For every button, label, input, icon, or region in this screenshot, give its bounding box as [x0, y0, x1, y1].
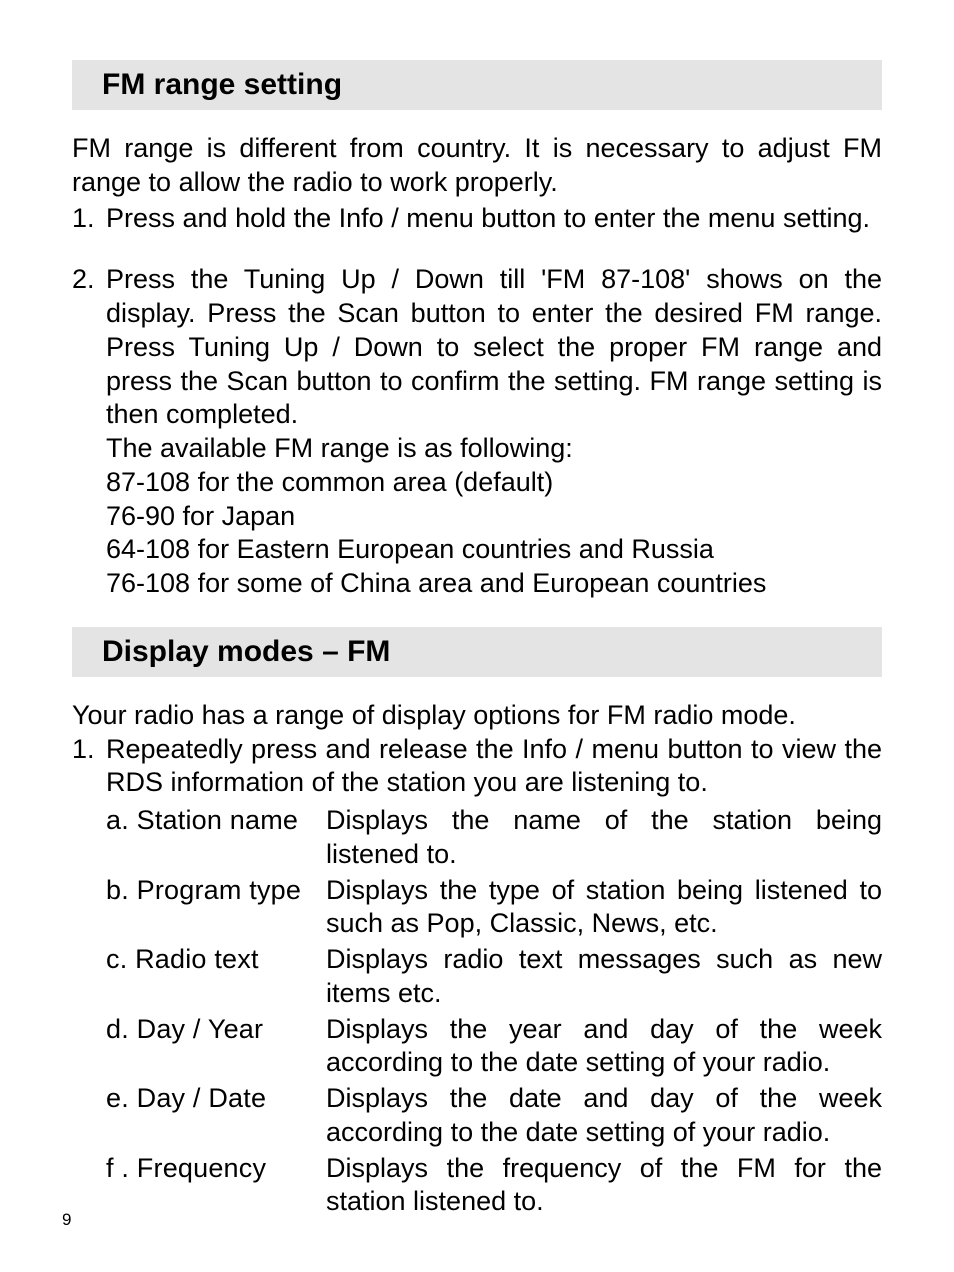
para-display-modes-intro: Your radio has a range of display option… [72, 699, 882, 733]
step-marker: 2. [72, 263, 106, 432]
range-option-default: 87-108 for the common area (default) [72, 466, 882, 500]
item-label-station-name: a. Station name [106, 804, 326, 872]
step-2-fm-range: 2. Press the Tuning Up / Down till 'FM 8… [72, 263, 882, 432]
item-desc: Displays the type of station being liste… [326, 874, 882, 942]
list-item: a. Station name Displays the name of the… [106, 804, 882, 872]
item-desc: Displays the year and day of the week ac… [326, 1013, 882, 1081]
para-fm-range-intro: FM range is different from country. It i… [72, 132, 882, 200]
item-desc: Displays the date and day of the week ac… [326, 1082, 882, 1150]
range-option-china-europe: 76-108 for some of China area and Europe… [72, 567, 882, 601]
step-marker: 1. [72, 202, 106, 236]
item-label-radio-text: c. Radio text [106, 943, 326, 1011]
step-1-fm-range: 1. Press and hold the Info / menu button… [72, 202, 882, 236]
range-intro: The available FM range is as following: [72, 432, 882, 466]
list-item: f . Frequency Displays the frequency of … [106, 1152, 882, 1220]
list-item: b. Program type Displays the type of sta… [106, 874, 882, 942]
item-desc: Displays the name of the station being l… [326, 804, 882, 872]
step-marker: 1. [72, 733, 106, 801]
range-option-eastern-europe: 64-108 for Eastern European countries an… [72, 533, 882, 567]
step-body: Press the Tuning Up / Down till 'FM 87-1… [106, 263, 882, 432]
step-body: Press and hold the Info / menu button to… [106, 202, 882, 236]
item-desc: Displays the frequency of the FM for the… [326, 1152, 882, 1220]
item-label-day-date: e. Day / Date [106, 1082, 326, 1150]
item-label-frequency: f . Frequency [106, 1152, 326, 1220]
heading-fm-range-setting: FM range setting [72, 60, 882, 110]
list-item: c. Radio text Displays radio text messag… [106, 943, 882, 1011]
item-desc: Displays radio text messages such as new… [326, 943, 882, 1011]
step-1-display-modes: 1. Repeatedly press and release the Info… [72, 733, 882, 801]
range-option-japan: 76-90 for Japan [72, 500, 882, 534]
item-label-program-type: b. Program type [106, 874, 326, 942]
display-mode-list: a. Station name Displays the name of the… [72, 804, 882, 1219]
page-number: 9 [62, 1210, 71, 1230]
item-label-day-year: d. Day / Year [106, 1013, 326, 1081]
step-body: Repeatedly press and release the Info / … [106, 733, 882, 801]
list-item: d. Day / Year Displays the year and day … [106, 1013, 882, 1081]
heading-display-modes-fm: Display modes – FM [72, 627, 882, 677]
list-item: e. Day / Date Displays the date and day … [106, 1082, 882, 1150]
